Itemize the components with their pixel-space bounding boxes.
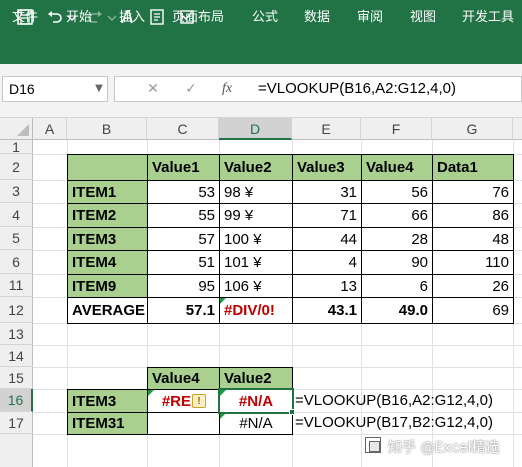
column-header-e[interactable]: E [292, 118, 361, 140]
tab-page-layout[interactable]: 页面布局 [172, 0, 224, 30]
lookup-item[interactable]: ITEM3 [67, 389, 148, 413]
table-cell[interactable]: 98 ¥ [219, 180, 293, 204]
table-header-value2[interactable]: Value2 [219, 154, 293, 181]
column-header-d[interactable]: D [219, 118, 292, 140]
table-row-label[interactable]: ITEM1 [67, 180, 148, 204]
table-cell[interactable]: 26 [432, 274, 514, 298]
table-cell[interactable]: 57 [147, 227, 220, 251]
column-header-f[interactable]: F [361, 118, 432, 140]
table-header-value3[interactable]: Value3 [292, 154, 362, 181]
gridline [33, 345, 522, 346]
ribbon-tabs [0, 34, 522, 64]
table-cell[interactable]: 90 [361, 250, 433, 275]
table-header-value4[interactable]: Value4 [361, 154, 433, 181]
table-header-corner[interactable] [67, 154, 148, 181]
row-header-4[interactable]: 4 [0, 203, 33, 227]
table-cell[interactable]: 4 [292, 250, 362, 275]
lookup-item[interactable]: ITEM31 [67, 412, 148, 435]
row-header-14[interactable]: 14 [0, 345, 33, 367]
select-all-corner[interactable] [0, 118, 33, 140]
error-warning-icon[interactable]: ! [192, 394, 206, 408]
lookup-header-value4[interactable]: Value4 [147, 367, 220, 390]
watermark: 知乎 @Excel精选 [388, 440, 500, 456]
average-label[interactable]: AVERAGE [67, 297, 148, 324]
average-cell[interactable]: 69 [432, 297, 514, 324]
row-header-2[interactable]: 2 [0, 154, 33, 180]
formula-text[interactable]: =VLOOKUP(B16,A2:G12,4,0) [258, 76, 456, 102]
table-cell[interactable]: 31 [292, 180, 362, 204]
table-cell[interactable]: 76 [432, 180, 514, 204]
row-header-18[interactable] [0, 434, 33, 467]
table-header-value1[interactable]: Value1 [147, 154, 220, 181]
table-cell[interactable]: 28 [361, 227, 433, 251]
row-header-3[interactable]: 3 [0, 180, 33, 203]
lookup-ref-error-cell[interactable]: #REF! [147, 389, 220, 413]
formula-note: =VLOOKUP(B16,A2:G12,4,0) [295, 392, 494, 409]
row-header-6[interactable]: 6 [0, 250, 33, 274]
row-header-17[interactable]: 17 [0, 412, 33, 434]
undo-icon[interactable] [44, 6, 66, 28]
column-header-c[interactable]: C [147, 118, 219, 140]
error-indicator [220, 298, 226, 304]
table-cell[interactable]: 53 [147, 180, 220, 204]
table-row-label[interactable]: ITEM9 [67, 274, 148, 298]
tab-home[interactable]: 开始 [66, 0, 92, 30]
table-cell[interactable]: 86 [432, 203, 514, 228]
column-header-a[interactable]: A [33, 118, 67, 140]
table-cell[interactable]: 66 [361, 203, 433, 228]
row-header-12[interactable]: 12 [0, 297, 33, 323]
average-cell[interactable]: 43.1 [292, 297, 362, 324]
tab-review[interactable]: 审阅 [357, 0, 383, 30]
column-header-b[interactable]: B [67, 118, 147, 140]
tab-insert[interactable]: 插入 [119, 0, 145, 30]
average-cell[interactable]: 57.1 [147, 297, 220, 324]
document-icon[interactable] [146, 6, 168, 28]
tab-developer[interactable]: 开发工具 [462, 0, 514, 30]
table-cell[interactable]: 56 [361, 180, 433, 204]
table-cell[interactable]: 48 [432, 227, 514, 251]
table-cell[interactable]: 99 ¥ [219, 203, 293, 228]
lookup-na-cell[interactable]: #N/A [219, 412, 293, 435]
enter-check-icon[interactable]: ✓ [180, 78, 202, 100]
row-header-15[interactable]: 15 [0, 367, 33, 389]
paste-options-icon[interactable] [365, 437, 381, 453]
row-header-13[interactable]: 13 [0, 323, 33, 345]
table-cell[interactable]: 101 ¥ [219, 250, 293, 275]
active-cell-selection[interactable] [218, 388, 294, 414]
table-cell[interactable]: 100 ¥ [219, 227, 293, 251]
tab-data[interactable]: 数据 [304, 0, 330, 30]
table-header-data1[interactable]: Data1 [432, 154, 514, 181]
table-cell[interactable]: 106 ¥ [219, 274, 293, 298]
table-row-label[interactable]: ITEM2 [67, 203, 148, 228]
error-indicator [148, 390, 154, 396]
table-cell[interactable]: 110 [432, 250, 514, 275]
row-header-11[interactable]: 11 [0, 274, 33, 297]
average-error-cell[interactable]: #DIV/0! [219, 297, 293, 324]
table-cell[interactable]: 44 [292, 227, 362, 251]
tab-file[interactable]: 文件 [12, 0, 38, 30]
table-cell[interactable]: 71 [292, 203, 362, 228]
column-header-h[interactable] [513, 118, 522, 140]
table-cell[interactable]: 95 [147, 274, 220, 298]
table-row-label[interactable]: ITEM3 [67, 227, 148, 251]
table-row-label[interactable]: ITEM4 [67, 250, 148, 275]
table-cell[interactable]: 6 [361, 274, 433, 298]
row-header-1[interactable]: 1 [0, 139, 33, 155]
row-header-16[interactable]: 16 [0, 389, 33, 412]
row-header-5[interactable]: 5 [0, 227, 33, 250]
formula-note: =VLOOKUP(B17,B2:G12,4,0) [295, 414, 494, 431]
table-cell[interactable]: 51 [147, 250, 220, 275]
cancel-icon[interactable]: ✕ [142, 78, 164, 100]
table-cell[interactable]: 13 [292, 274, 362, 298]
table-cell[interactable]: 55 [147, 203, 220, 228]
tab-view[interactable]: 视图 [410, 0, 436, 30]
tab-formulas[interactable]: 公式 [252, 0, 278, 30]
lookup-empty-cell[interactable] [147, 412, 220, 435]
name-box-dropdown-icon[interactable]: ▼ [92, 80, 106, 98]
column-header-g[interactable]: G [432, 118, 513, 140]
average-cell[interactable]: 49.0 [361, 297, 433, 324]
lookup-header-value2[interactable]: Value2 [219, 367, 293, 390]
insert-function-icon[interactable]: fx [216, 78, 238, 100]
